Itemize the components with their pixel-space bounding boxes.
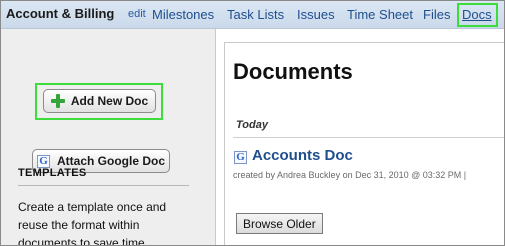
section-divider [233,137,504,138]
document-meta: created by Andrea Buckley on Dec 31, 201… [233,170,467,180]
attach-google-doc-label: Attach Google Doc [56,154,165,168]
date-group-label: Today [236,119,268,131]
templates-heading: TEMPLATES [18,167,189,186]
page-title: Documents [233,59,353,84]
documents-panel: Documents Today G Accounts Doc created b… [224,42,504,245]
tab-milestones[interactable]: Milestones [152,7,214,22]
sidebar: Add New Doc G Attach Google Doc TEMPLATE… [1,29,216,246]
project-nav-bar: Account & Billing edit Milestones Task L… [1,1,504,29]
app-window: Account & Billing edit Milestones Task L… [0,0,505,246]
plus-icon [50,94,65,108]
templates-description: Create a template once and reuse the for… [18,200,167,246]
tab-files[interactable]: Files [423,7,450,22]
google-docs-icon: G [234,151,247,164]
tab-issues[interactable]: Issues [297,7,335,22]
browse-older-button[interactable]: Browse Older [236,213,323,234]
tab-task-lists[interactable]: Task Lists [227,7,284,22]
project-title: Account & Billing [6,6,115,21]
add-new-doc-label: Add New Doc [70,94,149,108]
tab-time-sheet[interactable]: Time Sheet [347,7,413,22]
add-new-doc-button[interactable]: Add New Doc [43,89,156,113]
edit-project-link[interactable]: edit [128,8,146,20]
google-docs-icon: G [36,154,50,168]
tab-docs[interactable]: Docs [462,7,492,22]
document-title-link[interactable]: Accounts Doc [252,147,353,164]
